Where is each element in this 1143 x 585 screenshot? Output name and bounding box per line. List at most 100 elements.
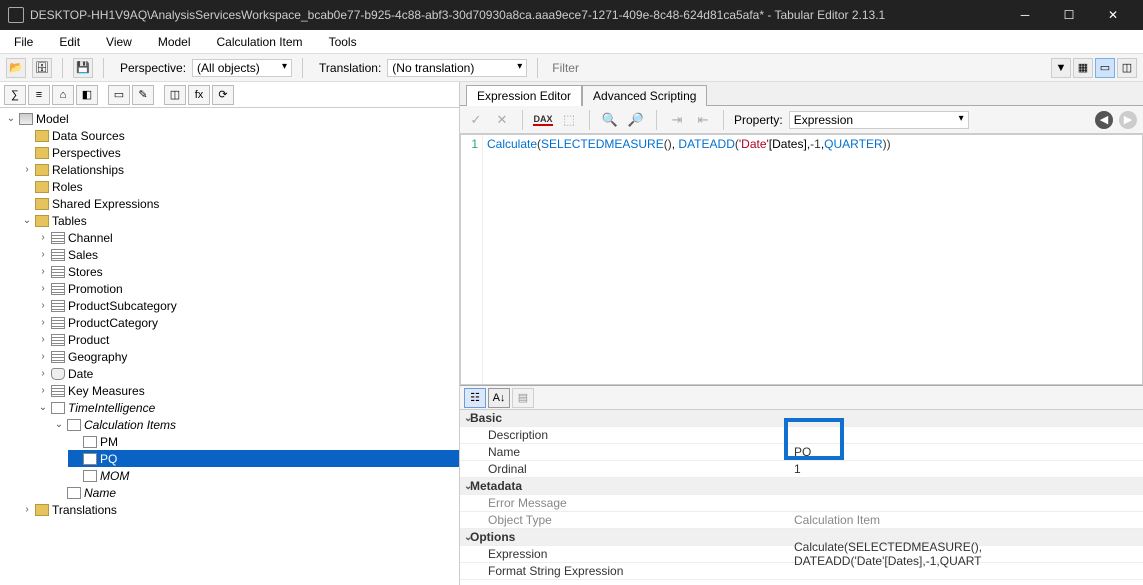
menu-edit[interactable]: Edit bbox=[55, 33, 84, 51]
editor-tabs: Expression Editor Advanced Scripting bbox=[460, 82, 1143, 106]
filter-input[interactable] bbox=[548, 60, 1045, 76]
list-icon[interactable]: ≡ bbox=[28, 85, 50, 105]
nav-forward-icon[interactable]: ▶ bbox=[1119, 111, 1137, 129]
view-mode1-icon[interactable]: ▦ bbox=[1073, 58, 1093, 78]
folder-icon bbox=[35, 215, 49, 227]
table-icon bbox=[51, 283, 65, 295]
tree-tables[interactable]: ⌄Tables bbox=[20, 212, 459, 229]
tree-table-promotion[interactable]: ›Promotion bbox=[36, 280, 459, 297]
insert-icon[interactable]: ⬚ bbox=[559, 110, 579, 130]
view-mode2-icon[interactable]: ▭ bbox=[1095, 58, 1115, 78]
prop-expression[interactable]: ExpressionCalculate(SELECTEDMEASURE(), D… bbox=[460, 546, 1143, 563]
close-button[interactable]: ✕ bbox=[1091, 0, 1135, 30]
menu-view[interactable]: View bbox=[102, 33, 136, 51]
search-icon[interactable]: 🔍 bbox=[600, 110, 620, 130]
calc-item-icon bbox=[83, 453, 97, 465]
prop-category-metadata[interactable]: ⌄Metadata bbox=[460, 478, 1143, 495]
tree-roles[interactable]: Roles bbox=[20, 178, 459, 195]
tree-item-mom[interactable]: MOM bbox=[68, 467, 459, 484]
tree-table-productcategory[interactable]: ›ProductCategory bbox=[36, 314, 459, 331]
tree-translations[interactable]: ›Translations bbox=[20, 501, 459, 518]
translation-label: Translation: bbox=[319, 61, 381, 75]
tree-data-sources[interactable]: Data Sources bbox=[20, 127, 459, 144]
perspective-select[interactable]: (All objects) bbox=[192, 59, 292, 77]
cube-icon[interactable]: ◧ bbox=[76, 85, 98, 105]
prop-object-type[interactable]: Object TypeCalculation Item bbox=[460, 512, 1143, 529]
minimize-button[interactable]: ─ bbox=[1003, 0, 1047, 30]
expression-editor[interactable]: 1 Calculate(SELECTEDMEASURE(), DATEADD('… bbox=[460, 134, 1143, 385]
view-mode3-icon[interactable]: ◫ bbox=[1117, 58, 1137, 78]
sigma-icon[interactable]: ∑ bbox=[4, 85, 26, 105]
db-icon[interactable]: 🗄 bbox=[32, 58, 52, 78]
filter-icon[interactable]: ▼ bbox=[1051, 58, 1071, 78]
cancel-icon[interactable]: ✕ bbox=[492, 110, 512, 130]
model-tree[interactable]: ⌄Model Data Sources Perspectives ›Relati… bbox=[0, 110, 459, 518]
table-icon bbox=[51, 266, 65, 278]
hierarchy-icon[interactable]: ⌂ bbox=[52, 85, 74, 105]
fx-icon[interactable]: fx bbox=[188, 85, 210, 105]
indent-icon[interactable]: ⇥ bbox=[667, 110, 687, 130]
prop-name[interactable]: NamePQ bbox=[460, 444, 1143, 461]
column-icon bbox=[67, 487, 81, 499]
calc-items-icon bbox=[67, 419, 81, 431]
tree-table-timeintelligence[interactable]: ⌄TimeIntelligence bbox=[36, 399, 459, 416]
tree-shared-expressions[interactable]: Shared Expressions bbox=[20, 195, 459, 212]
nav-back-icon[interactable]: ◀ bbox=[1095, 111, 1113, 129]
tree-item-pm[interactable]: PM bbox=[68, 433, 459, 450]
col-icon[interactable]: ◫ bbox=[164, 85, 186, 105]
accept-icon[interactable]: ✓ bbox=[466, 110, 486, 130]
menu-file[interactable]: File bbox=[10, 33, 37, 51]
save-icon[interactable]: 💾 bbox=[73, 58, 93, 78]
edit-icon[interactable]: ✎ bbox=[132, 85, 154, 105]
calc-table-icon bbox=[51, 402, 65, 414]
property-select[interactable]: Expression bbox=[789, 111, 969, 129]
prop-description[interactable]: Description bbox=[460, 427, 1143, 444]
folder-icon bbox=[35, 181, 49, 193]
prop-category-basic[interactable]: ⌄Basic bbox=[460, 410, 1143, 427]
tree-name-column[interactable]: Name bbox=[52, 484, 459, 501]
code-content[interactable]: Calculate(SELECTEDMEASURE(), DATEADD('Da… bbox=[483, 135, 895, 384]
alphabetical-icon[interactable]: A↓ bbox=[488, 388, 510, 408]
tree-calculation-items[interactable]: ⌄Calculation Items bbox=[52, 416, 459, 433]
folder-icon[interactable]: ▭ bbox=[108, 85, 130, 105]
property-label: Property: bbox=[734, 113, 783, 127]
menu-calculation-item[interactable]: Calculation Item bbox=[213, 33, 307, 51]
table-icon bbox=[51, 300, 65, 312]
table-icon bbox=[51, 232, 65, 244]
tree-table-channel[interactable]: ›Channel bbox=[36, 229, 459, 246]
categorized-icon[interactable]: ☷ bbox=[464, 388, 486, 408]
folder-icon bbox=[35, 504, 49, 516]
tree-table-date[interactable]: ›Date bbox=[36, 365, 459, 382]
menu-tools[interactable]: Tools bbox=[325, 33, 361, 51]
tab-expression-editor[interactable]: Expression Editor bbox=[466, 85, 582, 106]
maximize-button[interactable]: ☐ bbox=[1047, 0, 1091, 30]
refresh-icon[interactable]: ⟳ bbox=[212, 85, 234, 105]
tree-item-pq[interactable]: PQ bbox=[68, 450, 459, 467]
menu-model[interactable]: Model bbox=[154, 33, 195, 51]
calc-item-icon bbox=[83, 436, 97, 448]
title-bar: DESKTOP-HH1V9AQ\AnalysisServicesWorkspac… bbox=[0, 0, 1143, 30]
translation-select[interactable]: (No translation) bbox=[387, 59, 527, 77]
prop-error-message[interactable]: Error Message bbox=[460, 495, 1143, 512]
tree-perspectives[interactable]: Perspectives bbox=[20, 144, 459, 161]
tree-table-stores[interactable]: ›Stores bbox=[36, 263, 459, 280]
tree-table-geography[interactable]: ›Geography bbox=[36, 348, 459, 365]
tree-table-productsubcategory[interactable]: ›ProductSubcategory bbox=[36, 297, 459, 314]
open-icon[interactable]: 📂 bbox=[6, 58, 26, 78]
tree-pane: ∑ ≡ ⌂ ◧ ▭ ✎ ◫ fx ⟳ ⌄Model Data Sources P… bbox=[0, 82, 460, 585]
tree-table-keymeasures[interactable]: ›Key Measures bbox=[36, 382, 459, 399]
tree-root-model[interactable]: ⌄Model bbox=[4, 110, 459, 127]
search2-icon[interactable]: 🔎 bbox=[626, 110, 646, 130]
outdent-icon[interactable]: ⇤ bbox=[693, 110, 713, 130]
separator bbox=[103, 58, 104, 78]
tree-relationships[interactable]: ›Relationships bbox=[20, 161, 459, 178]
prop-ordinal[interactable]: Ordinal1 bbox=[460, 461, 1143, 478]
folder-icon bbox=[35, 164, 49, 176]
tab-advanced-scripting[interactable]: Advanced Scripting bbox=[582, 85, 707, 106]
tree-table-sales[interactable]: ›Sales bbox=[36, 246, 459, 263]
tree-toolbar: ∑ ≡ ⌂ ◧ ▭ ✎ ◫ fx ⟳ bbox=[0, 82, 459, 108]
date-table-icon bbox=[51, 368, 65, 380]
tree-table-product[interactable]: ›Product bbox=[36, 331, 459, 348]
dax-format-icon[interactable]: DAX bbox=[533, 110, 553, 130]
properties-grid[interactable]: ⌄Basic Description NamePQ Ordinal1 ⌄Meta… bbox=[460, 410, 1143, 585]
